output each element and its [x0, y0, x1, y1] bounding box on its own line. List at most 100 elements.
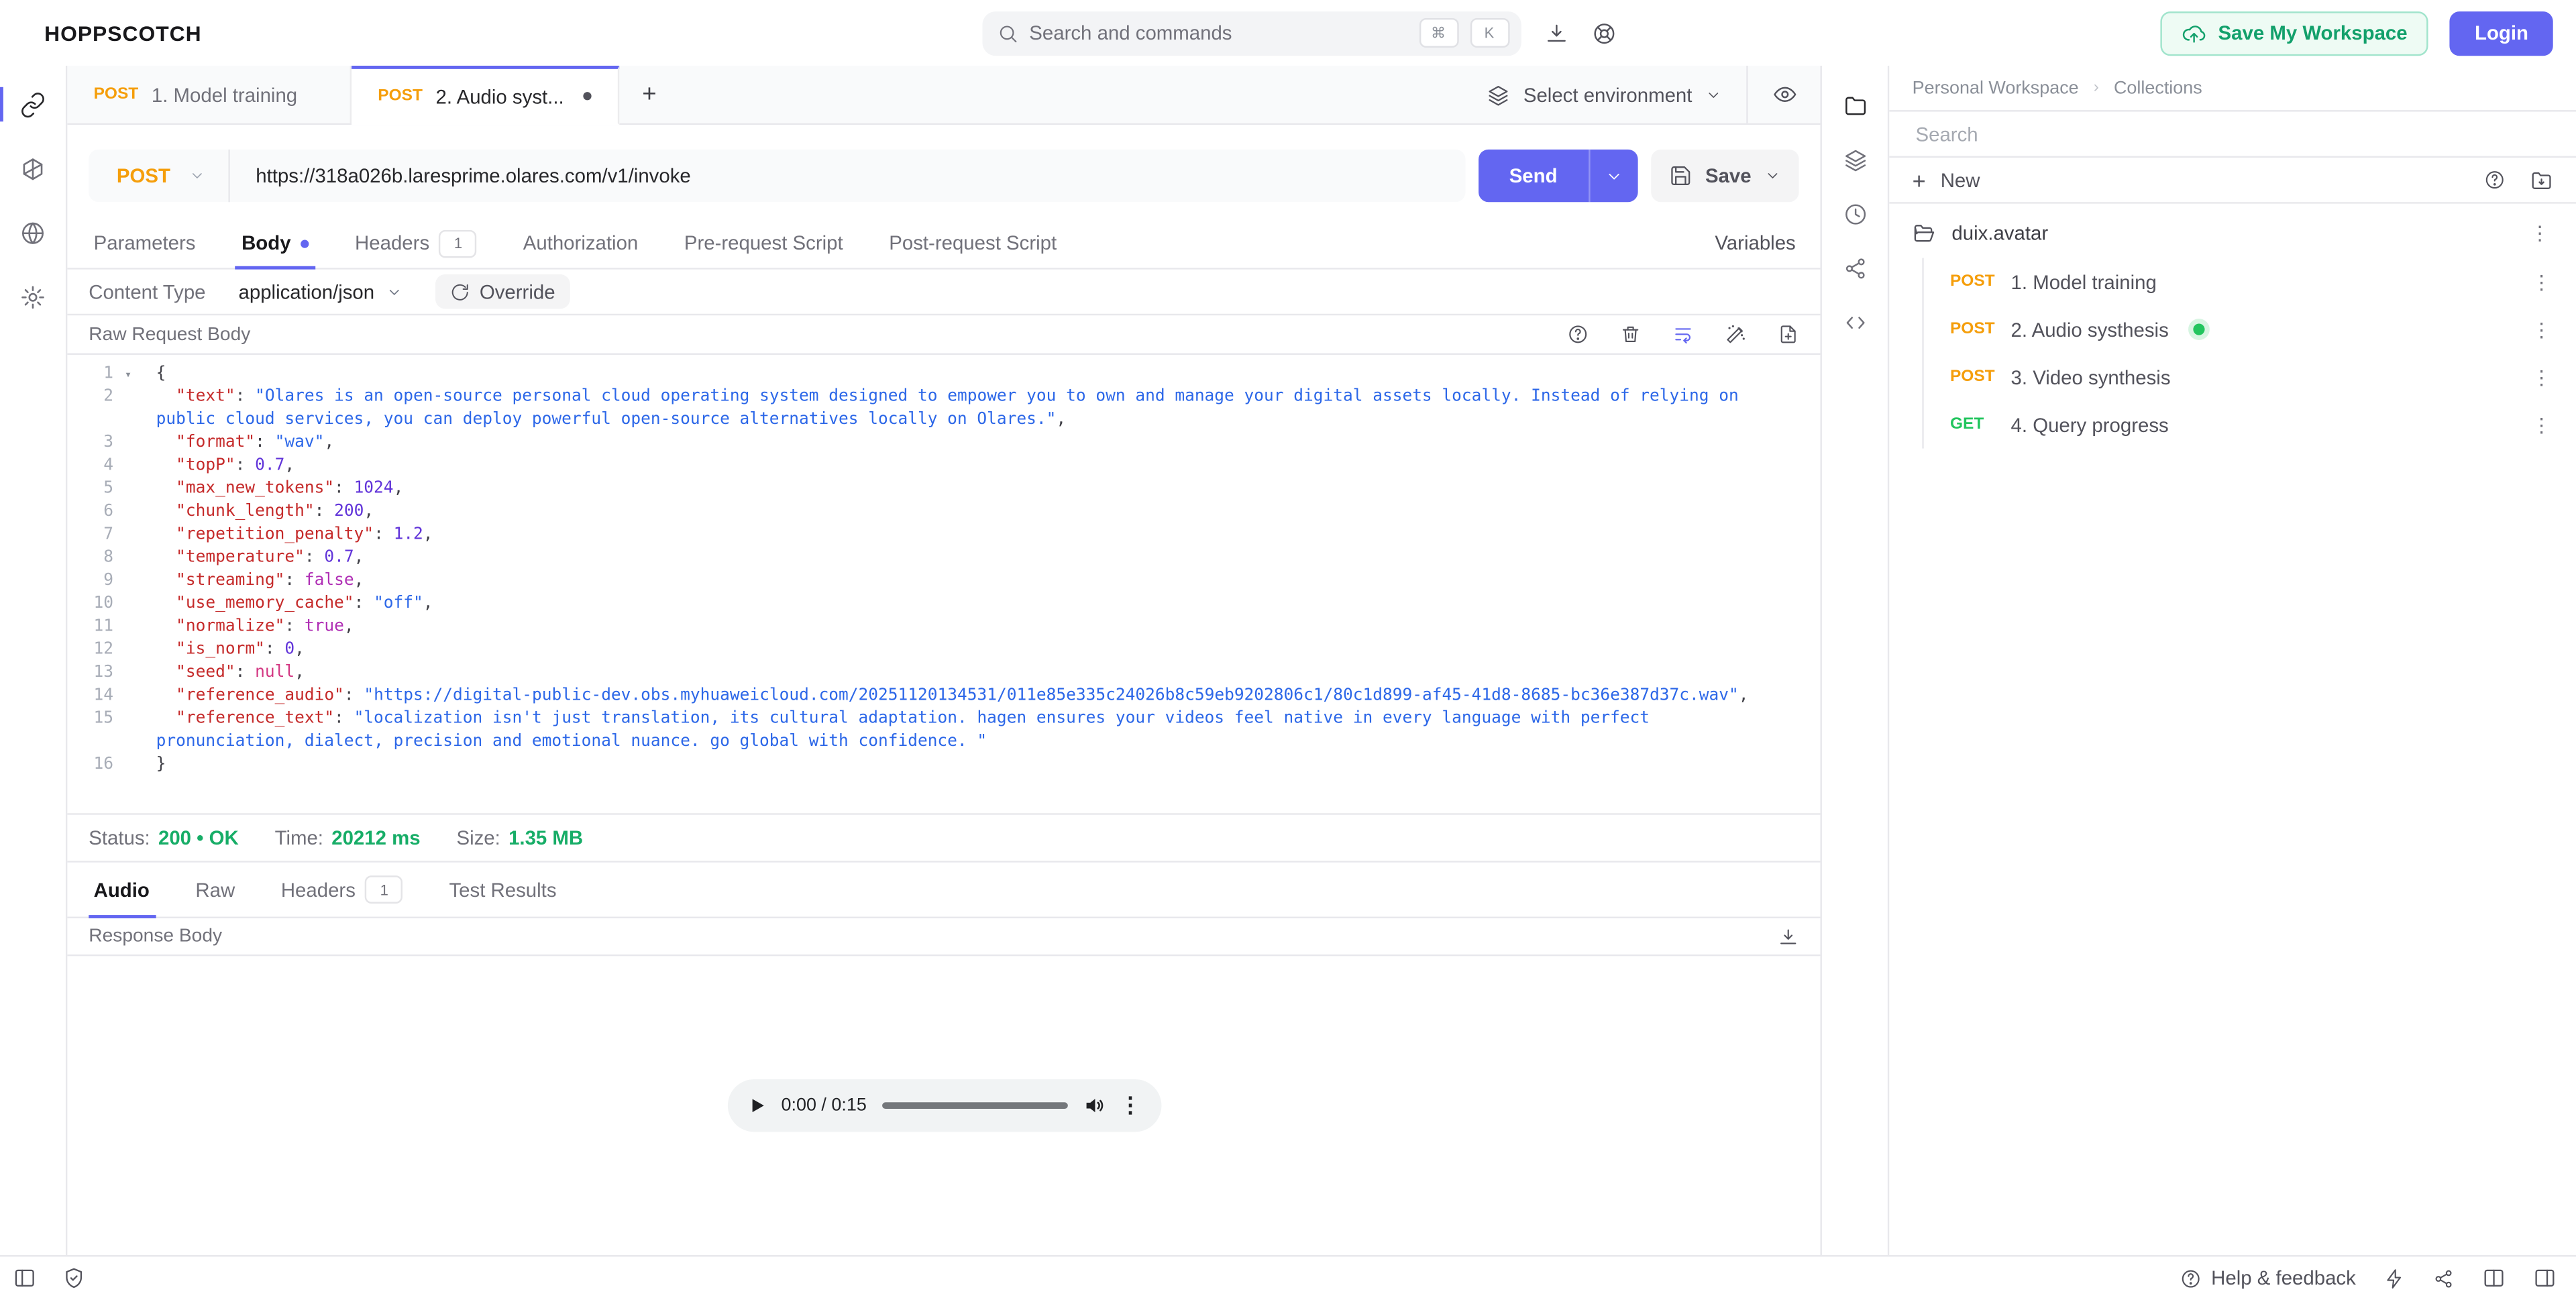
- fold-caret-icon[interactable]: ▾: [113, 363, 143, 386]
- toggle-right-panel-button[interactable]: [2533, 1267, 2556, 1290]
- link-icon: [19, 91, 46, 117]
- code-text: "is_norm": 0,: [143, 639, 1820, 662]
- collection-request-item[interactable]: POST2. Audio systhesis⋮: [1924, 306, 2576, 354]
- main-pane: POST 1. Model training POST 2. Audio sys…: [67, 66, 1820, 1256]
- folder-download-icon: [2530, 168, 2553, 191]
- collections-panel-button[interactable]: [1822, 79, 1888, 133]
- tab-post-request-script[interactable]: Post-request Script: [866, 219, 1079, 268]
- request-menu-button[interactable]: ⋮: [2528, 318, 2555, 341]
- tab-pre-request-script[interactable]: Pre-request Script: [661, 219, 866, 268]
- download-response-button[interactable]: [1778, 926, 1799, 947]
- audio-menu-button[interactable]: ⋮: [1120, 1093, 1141, 1119]
- lifebuoy-icon: [1591, 21, 1616, 46]
- wrap-lines-button[interactable]: [1672, 323, 1694, 345]
- nav-rest[interactable]: [0, 72, 66, 137]
- share-panel-button[interactable]: [1822, 241, 1888, 296]
- collection-folder[interactable]: duix.avatar ⋮: [1889, 209, 2576, 258]
- history-panel-button[interactable]: [1822, 187, 1888, 241]
- request-section-tabs: Parameters Body Headers1 Authorization P…: [67, 219, 1820, 270]
- environments-panel-button[interactable]: [1822, 133, 1888, 187]
- collection-request-item[interactable]: POST1. Model training⋮: [1924, 258, 2576, 305]
- chevron-down-icon: [1705, 87, 1721, 103]
- code-text: "repetition_penalty": 1.2,: [143, 524, 1820, 547]
- share-button[interactable]: [2433, 1268, 2455, 1289]
- tab-audio[interactable]: Audio: [89, 863, 172, 917]
- app-logo: HOPPSCOTCH: [44, 21, 201, 46]
- json-body-editor[interactable]: 1▾{2 "text": "Olares is an open-source p…: [67, 355, 1820, 815]
- code-line: 6 "chunk_length": 200,: [67, 501, 1820, 524]
- fold-spacer: [113, 432, 143, 455]
- tab-label: Parameters: [94, 231, 196, 254]
- line-gutter: 4: [67, 455, 143, 478]
- login-button[interactable]: Login: [2450, 11, 2553, 55]
- override-button[interactable]: Override: [435, 274, 570, 309]
- variables-link[interactable]: Variables: [1715, 219, 1799, 268]
- tab-response-headers[interactable]: Headers1: [258, 863, 427, 917]
- collection-menu-button[interactable]: ⋮: [2527, 222, 2553, 245]
- fold-spacer: [113, 455, 143, 478]
- line-gutter: 15: [67, 708, 143, 755]
- line-number: 2: [67, 386, 113, 433]
- request-tab-1[interactable]: POST 1. Model training: [67, 66, 352, 123]
- collection-request-item[interactable]: POST3. Video synthesis⋮: [1924, 354, 2576, 401]
- help-circle-icon: [2484, 169, 2506, 191]
- time-value: 20212 ms: [331, 826, 420, 849]
- interceptor-button[interactable]: [62, 1267, 85, 1290]
- eye-icon: [1772, 82, 1796, 107]
- nav-graphql[interactable]: [0, 136, 66, 201]
- tab-label: Test Results: [449, 878, 556, 901]
- collections-search-input[interactable]: [1913, 121, 2553, 147]
- split-columns-button[interactable]: [2482, 1267, 2505, 1290]
- url-input[interactable]: https://318a026b.laresprime.olares.com/v…: [229, 150, 1465, 202]
- audio-seek-bar[interactable]: [881, 1103, 1067, 1109]
- toggle-sidebar-button[interactable]: [13, 1267, 36, 1290]
- clear-body-button[interactable]: [1620, 323, 1642, 345]
- request-tab-2-active[interactable]: POST 2. Audio syst...: [352, 66, 620, 125]
- line-number: 4: [67, 455, 113, 478]
- nav-settings[interactable]: [0, 264, 66, 329]
- environment-select[interactable]: Select environment: [1462, 66, 1746, 123]
- tab-authorization[interactable]: Authorization: [500, 219, 661, 268]
- help-feedback-button[interactable]: Help & feedback: [2180, 1267, 2356, 1290]
- support-button[interactable]: [1591, 21, 1616, 46]
- collection-request-item[interactable]: GET4. Query progress⋮: [1924, 401, 2576, 449]
- code-snippet-panel-button[interactable]: [1822, 296, 1888, 350]
- save-request-button[interactable]: Save: [1651, 150, 1799, 202]
- tab-test-results[interactable]: Test Results: [426, 863, 580, 917]
- import-file-button[interactable]: [1778, 323, 1799, 345]
- search-input[interactable]: Search and commands ⌘ K: [981, 11, 1520, 55]
- code-text: "format": "wav",: [143, 432, 1820, 455]
- download-app-button[interactable]: [1544, 21, 1568, 46]
- method-select[interactable]: POST: [89, 150, 229, 202]
- code-line: 13 "seed": null,: [67, 662, 1820, 685]
- content-type-select[interactable]: application/json: [239, 280, 402, 303]
- request-menu-button[interactable]: ⋮: [2528, 413, 2555, 436]
- audio-player[interactable]: 0:00 / 0:15 ⋮: [727, 1079, 1161, 1132]
- shortcuts-button[interactable]: [2383, 1268, 2405, 1289]
- share-icon: [1843, 256, 1868, 281]
- breadcrumb-collections[interactable]: Collections: [2114, 78, 2202, 97]
- collections-help-button[interactable]: [2484, 169, 2506, 191]
- new-tab-button[interactable]: +: [620, 66, 679, 123]
- help-button[interactable]: [1567, 323, 1589, 345]
- request-menu-button[interactable]: ⋮: [2528, 366, 2555, 388]
- tab-parameters[interactable]: Parameters: [89, 219, 219, 268]
- import-export-button[interactable]: [2530, 168, 2553, 191]
- environment-quick-peek[interactable]: [1746, 66, 1820, 123]
- breadcrumb-workspace[interactable]: Personal Workspace: [1913, 78, 2079, 97]
- tab-raw[interactable]: Raw: [172, 863, 258, 917]
- code-text: "seed": null,: [143, 662, 1820, 685]
- request-menu-button[interactable]: ⋮: [2528, 270, 2555, 293]
- tab-body[interactable]: Body: [219, 219, 332, 268]
- file-plus-icon: [1778, 323, 1799, 345]
- new-collection-button[interactable]: New: [1941, 168, 1980, 191]
- send-button[interactable]: Send: [1478, 150, 1638, 202]
- nav-realtime[interactable]: [0, 201, 66, 265]
- prettify-button[interactable]: [1725, 323, 1746, 345]
- save-workspace-button[interactable]: Save My Workspace: [2161, 11, 2429, 55]
- response-body-header: Response Body: [67, 918, 1820, 956]
- send-options-caret[interactable]: [1589, 150, 1638, 202]
- tab-headers[interactable]: Headers1: [332, 219, 500, 268]
- volume-button[interactable]: [1082, 1094, 1105, 1117]
- play-button[interactable]: [747, 1096, 766, 1116]
